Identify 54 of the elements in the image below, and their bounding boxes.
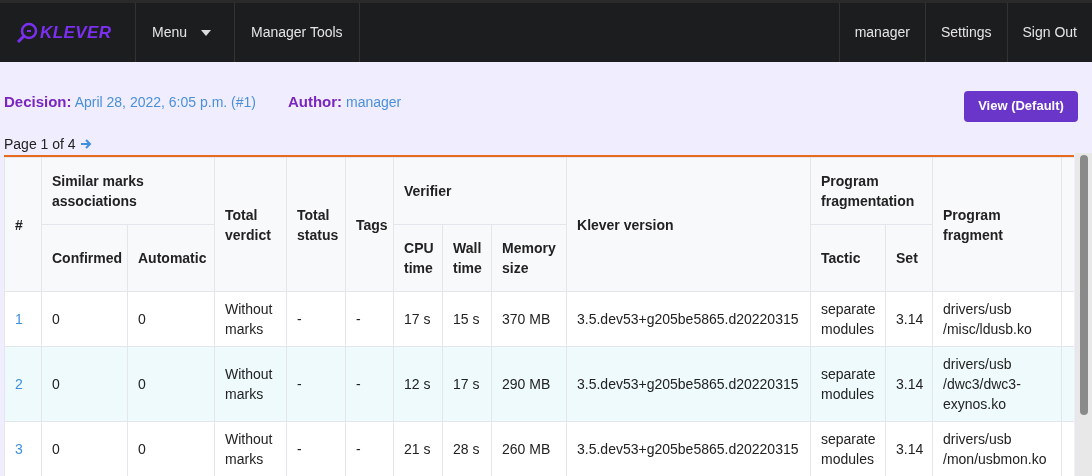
table-cell: - (286, 346, 346, 422)
nav-link[interactable]: Settings (924, 3, 1007, 62)
table-cell: 15 s (442, 291, 492, 347)
column-header: Tactic (810, 224, 886, 292)
table-cell: 3.5.dev53+g205be5865.d20220315 (566, 291, 811, 347)
view-button[interactable]: View (Default) (964, 90, 1078, 122)
table-cell: 3.14 (885, 291, 933, 347)
column-header: Program fragmentation (810, 157, 933, 225)
column-header: # (4, 157, 42, 292)
table-cell: 0 (127, 291, 215, 347)
scrollbar[interactable] (1075, 153, 1092, 476)
column-header: Similar marks associations (41, 157, 215, 225)
table-cell: 12 s (393, 346, 443, 422)
column-header: Set (885, 224, 933, 292)
table-cell: 0 (41, 291, 128, 347)
table-cell: separate modules (810, 346, 886, 422)
caret-icon (201, 29, 212, 36)
table-cell: - (286, 291, 346, 347)
table-cell: 370 MB (491, 291, 567, 347)
nav-link[interactable]: Manager Tools (235, 3, 360, 62)
table-cell: separate modules (810, 291, 886, 347)
table-cell: 0 (127, 346, 215, 422)
column-header: Memory size (491, 224, 567, 292)
table-cell: 17 s (393, 291, 443, 347)
table-cell: - (345, 346, 394, 422)
column-header: Total status (286, 157, 346, 292)
table-cell: Without marks (214, 291, 287, 347)
column-header: Confirmed (41, 224, 128, 292)
table-cell: drivers/usb /dwc3/dwc3-exynos.ko (932, 346, 1062, 422)
table-cell: 17 s (442, 346, 492, 422)
table-cell: - (345, 291, 394, 347)
author-info: Author: manager (287, 91, 402, 112)
magnifier-icon (16, 21, 38, 44)
column-header: CPU time (393, 224, 443, 292)
pagination-label: Page 1 of 4 (4, 134, 76, 154)
decision-info: Decision: April 28, 2022, 6:05 p.m. (#1) (4, 91, 256, 112)
table-cell: Without marks (214, 346, 287, 422)
column-header: Verifier (393, 157, 567, 225)
table-cell: 290 MB (491, 346, 567, 422)
next-page-arrow-icon[interactable] (79, 138, 92, 150)
column-header: Wall time (442, 224, 492, 292)
column-header: Automatic (127, 224, 215, 292)
column-header: Program fragment (932, 157, 1062, 292)
row-link[interactable]: 3 (4, 421, 42, 476)
nav-link[interactable]: manager (838, 3, 925, 62)
nav-link[interactable]: Sign Out (1006, 3, 1092, 62)
table-cell: 3.5.dev53+g205be5865.d20220315 (566, 346, 811, 422)
menu-dropdown[interactable]: Menu (136, 3, 235, 62)
column-header: Klever version (566, 157, 811, 292)
table-cell: 3.14 (885, 346, 933, 422)
table-cell: drivers/usb /misc/ldusb.ko (932, 291, 1062, 347)
column-header: Total verdict (214, 157, 287, 292)
table-cell: 0 (41, 346, 128, 422)
column-header: Tags (345, 157, 394, 292)
